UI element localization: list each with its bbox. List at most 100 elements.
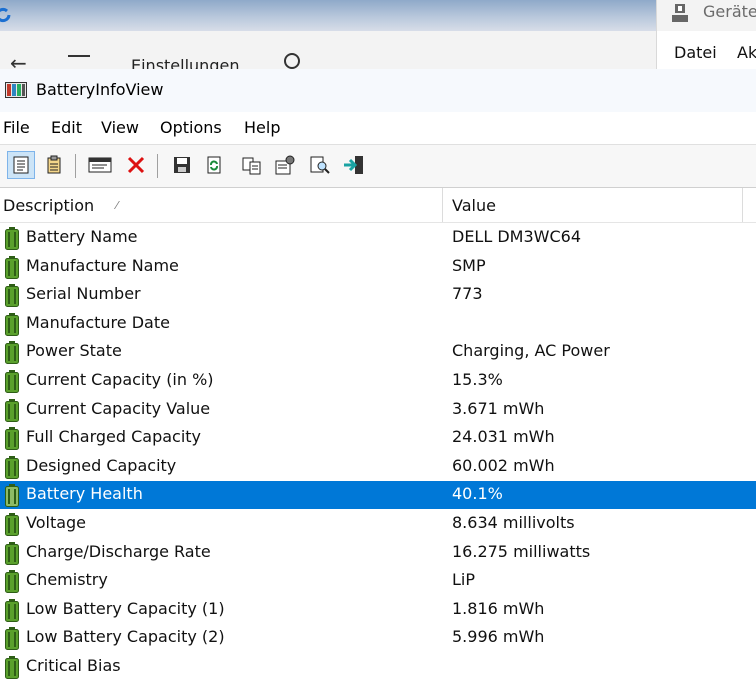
table-row[interactable]: Manufacture Name SMP xyxy=(0,253,756,281)
search-icon[interactable] xyxy=(284,53,300,69)
text-report-button[interactable] xyxy=(40,151,68,179)
html-report-icon xyxy=(13,156,29,174)
menu-view[interactable]: View xyxy=(101,118,139,137)
background-window-titlebar xyxy=(0,0,656,31)
row-description: Battery Health xyxy=(26,484,143,504)
row-value: DELL DM3WC64 xyxy=(452,227,581,246)
table-row[interactable]: Low Battery Capacity (2) 5.996 mWh xyxy=(0,624,756,652)
battery-icon xyxy=(5,541,19,565)
row-description: Full Charged Capacity xyxy=(26,427,202,447)
table-row[interactable]: Low Battery Capacity (1) 1.816 mWh xyxy=(0,596,756,624)
row-value: 8.634 millivolts xyxy=(452,513,575,532)
sync-icon xyxy=(0,7,11,23)
row-description: Serial Number xyxy=(26,284,141,304)
row-description: Charge/Discharge Rate xyxy=(26,541,211,561)
battery-icon xyxy=(5,627,19,651)
table-row[interactable]: Manufacture Date xyxy=(0,310,756,338)
battery-icon xyxy=(5,484,19,508)
row-value: 16.275 milliwatts xyxy=(452,541,591,561)
save-icon xyxy=(174,157,190,173)
battery-app-icon xyxy=(5,82,27,98)
column-divider[interactable] xyxy=(442,188,443,222)
menu-edit[interactable]: Edit xyxy=(51,118,82,137)
table-row[interactable]: Current Capacity (in %) 15.3% xyxy=(0,367,756,395)
find-icon xyxy=(310,156,330,174)
battery-icon xyxy=(5,341,19,365)
back-arrow-icon[interactable]: ← xyxy=(10,51,27,69)
table-row[interactable]: Charge/Discharge Rate 16.275 milliwatts xyxy=(0,539,756,567)
table-row[interactable]: Voltage 8.634 millivolts xyxy=(0,510,756,538)
table-row[interactable]: Power State Charging, AC Power xyxy=(0,338,756,366)
find-button[interactable] xyxy=(306,151,334,179)
exit-button[interactable] xyxy=(340,151,368,179)
battery-icon xyxy=(5,570,19,594)
delete-button[interactable] xyxy=(122,151,150,179)
row-value: SMP xyxy=(452,255,486,275)
table-row[interactable]: Designed Capacity 60.002 mWh xyxy=(0,453,756,481)
table-row[interactable]: Critical Bias xyxy=(0,653,756,681)
table-row[interactable]: Battery Name DELL DM3WC64 xyxy=(0,224,756,252)
row-description: Voltage xyxy=(26,513,87,532)
row-description: Designed Capacity xyxy=(26,455,177,475)
row-description: Current Capacity (in %) xyxy=(26,370,214,389)
settings-window-title: Einstellungen xyxy=(131,56,240,69)
html-report-button[interactable] xyxy=(7,151,35,179)
menu-bar: File Edit View Options Help xyxy=(0,114,756,144)
devices-menu-ak[interactable]: Ak xyxy=(737,43,756,62)
row-value: 40.1% xyxy=(452,484,503,504)
properties-window-button[interactable] xyxy=(86,151,114,179)
column-divider[interactable] xyxy=(742,188,743,222)
row-value: 1.816 mWh xyxy=(452,598,545,618)
app-titlebar: BatteryInfoView xyxy=(0,69,756,112)
sort-ascending-icon: ⁄ xyxy=(116,199,118,212)
row-value: Charging, AC Power xyxy=(452,341,610,361)
menu-help[interactable]: Help xyxy=(244,118,280,137)
properties-window-icon xyxy=(88,157,112,173)
app-title: BatteryInfoView xyxy=(36,80,164,99)
table-row[interactable]: Current Capacity Value 3.671 mWh xyxy=(0,396,756,424)
devices-window-title: Geräte xyxy=(703,2,756,21)
row-description: Critical Bias xyxy=(26,656,121,675)
properties-button[interactable] xyxy=(271,151,299,179)
menu-options[interactable]: Options xyxy=(160,118,222,137)
row-value: 60.002 mWh xyxy=(452,455,555,475)
properties-icon xyxy=(275,155,295,175)
device-manager-icon xyxy=(672,4,688,22)
exit-icon xyxy=(344,156,363,174)
row-value: 24.031 mWh xyxy=(452,427,555,447)
battery-icon xyxy=(5,427,19,451)
table-row[interactable]: Full Charged Capacity 24.031 mWh xyxy=(0,424,756,452)
column-header-value[interactable]: Value xyxy=(452,196,496,215)
battery-info-list[interactable]: Description ⁄ Value Battery Name DELL DM3… xyxy=(0,188,756,681)
refresh-button[interactable] xyxy=(200,151,228,179)
battery-icon xyxy=(5,513,19,536)
row-description: Low Battery Capacity (1) xyxy=(26,598,225,618)
battery-icon xyxy=(5,255,19,279)
toolbar xyxy=(0,144,756,188)
table-row[interactable]: Battery Health 40.1% xyxy=(0,481,756,510)
row-description: Battery Name xyxy=(26,227,138,246)
battery-icon xyxy=(5,370,19,393)
battery-icon xyxy=(5,455,19,479)
battery-icon xyxy=(5,656,19,679)
column-header-description[interactable]: Description xyxy=(3,196,94,215)
row-description: Manufacture Date xyxy=(26,312,170,332)
row-value: LiP xyxy=(452,570,476,590)
row-value: 3.671 mWh xyxy=(452,398,545,418)
hamburger-menu-icon[interactable] xyxy=(68,55,90,69)
save-button[interactable] xyxy=(168,151,196,179)
row-value: 15.3% xyxy=(452,370,503,389)
row-value: 773 xyxy=(452,284,483,304)
toolbar-separator xyxy=(75,154,76,178)
battery-icon xyxy=(5,284,19,308)
table-row[interactable]: Chemistry LiP xyxy=(0,567,756,595)
table-row[interactable]: Serial Number 773 xyxy=(0,281,756,309)
menu-file[interactable]: File xyxy=(3,118,30,137)
text-report-icon xyxy=(47,155,61,174)
settings-window-header: ← Einstellungen xyxy=(0,31,656,69)
battery-icon xyxy=(5,598,19,622)
row-value: 5.996 mWh xyxy=(452,627,545,647)
copy-button[interactable] xyxy=(238,151,266,179)
devices-menu-datei[interactable]: Datei xyxy=(674,43,717,62)
row-description: Manufacture Name xyxy=(26,255,179,275)
